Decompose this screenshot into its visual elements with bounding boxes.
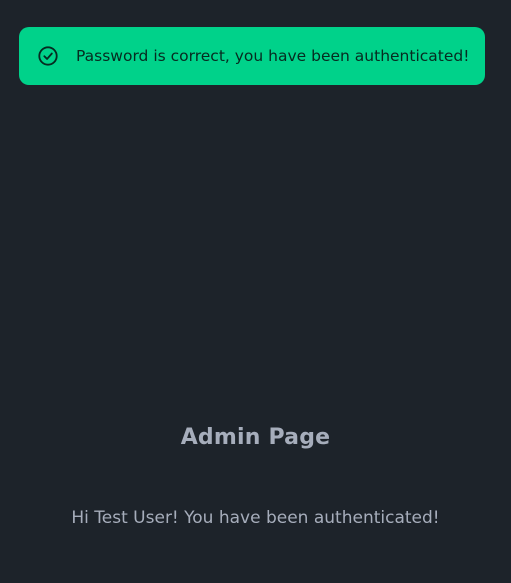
toast-message: Password is correct, you have been authe… — [76, 47, 470, 65]
success-toast: Password is correct, you have been authe… — [19, 27, 485, 85]
check-circle-icon — [37, 45, 59, 67]
page-title: Admin Page — [180, 425, 331, 450]
authenticated-message: Hi Test User! You have been authenticate… — [71, 508, 440, 528]
admin-page: Password is correct, you have been authe… — [0, 0, 511, 583]
